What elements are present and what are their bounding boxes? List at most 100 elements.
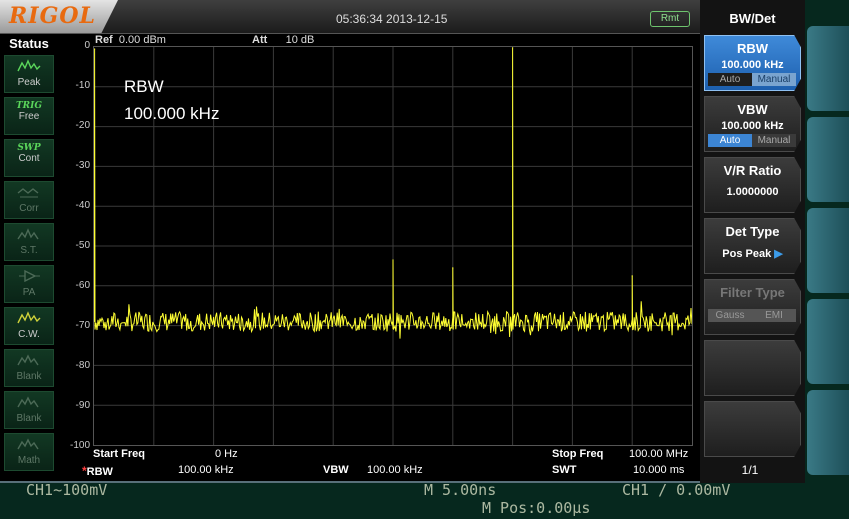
blank-icon [5,392,53,413]
status-label: Cont [18,153,40,164]
vbw-mode-toggle[interactable]: Auto Manual [708,134,796,147]
start-freq-text: Start Freq [93,448,145,460]
background-scope-status: CH1~100mV M 5.00ns CH1 / 0.00mV M Pos:0.… [0,481,849,519]
rbw-softkey[interactable]: RBW 100.000 kHz Auto Manual [704,35,801,91]
rbw-label: RBW [86,466,113,478]
scope-trigger: CH1 / 0.00mV [622,481,731,499]
rbw-value: 100.00 kHz [178,464,234,476]
scope-side-tab[interactable] [807,26,849,111]
empty-softkey-1[interactable] [704,340,801,396]
scope-side-tab[interactable] [807,299,849,384]
status-swp[interactable]: SWP Cont [4,139,54,177]
status-trig[interactable]: TRIG Free [4,97,54,135]
vbw-value: 100.00 kHz [367,464,423,476]
status-cw[interactable]: C.W. [4,307,54,345]
attenuation[interactable]: Att 10 dB [252,34,314,46]
ref-value: 0.00 dBm [118,34,166,46]
det-type-softkey[interactable]: Det Type Pos Peak ▶ [704,218,801,274]
math-icon [5,434,53,455]
softkey-menu: BW/Det RBW 100.000 kHz Auto Manual VBW 1… [700,0,805,483]
status-math[interactable]: Math [4,433,54,471]
softkey-value: 100.000 kHz [721,59,784,71]
spectrum-peak-point [93,48,96,50]
softkey-title: Det Type [725,224,780,239]
status-corr[interactable]: Corr [4,181,54,219]
status-label: C.W. [18,329,40,340]
toggle-emi[interactable]: EMI [752,309,796,322]
scope-timebase: M 5.00ns [424,481,497,499]
spectrum-peak-point [392,259,394,261]
pa-icon [5,266,53,287]
status-pa[interactable]: PA [4,265,54,303]
det-type-value: Pos Peak ▶ [705,239,800,260]
y-tick-label: -50 [75,240,90,251]
softkey-value: 1.0000000 [726,186,779,198]
swt-label[interactable]: SWT [552,464,576,476]
start-freq-label[interactable]: Start Freq [93,448,145,460]
stop-freq-label[interactable]: Stop Freq [552,448,603,460]
rbw-readout[interactable]: *RBW [82,464,113,478]
st-icon [5,224,53,245]
filter-type-softkey[interactable]: Filter Type Gauss EMI [704,279,801,335]
softkey-value: Pos Peak [722,248,772,260]
submenu-arrow-icon: ▶ [774,248,783,260]
y-tick-label: -30 [75,160,90,171]
scope-ch1-scale: CH1~100mV [26,481,108,499]
status-label: Blank [16,371,42,382]
swt-label-text: SWT [552,464,577,476]
vr-ratio-softkey[interactable]: V/R Ratio 1.0000000 [704,157,801,213]
brand-text: RIGOL [9,3,96,29]
vbw-softkey[interactable]: VBW 100.000 kHz Auto Manual [704,96,801,152]
blank-icon [5,350,53,371]
swt-value: 10.000 ms [633,464,685,476]
toggle-auto[interactable]: Auto [708,73,752,86]
toggle-manual[interactable]: Manual [752,134,796,147]
menu-page-indicator: 1/1 [741,463,759,477]
softkey-value: 100.000 kHz [721,120,784,132]
vbw-label-text: VBW [323,464,349,476]
scope-side-tab[interactable] [807,117,849,202]
status-title: Status [9,36,49,51]
y-tick-label: 0 [84,40,90,51]
remote-indicator: Rmt [650,11,690,27]
y-tick-label: -100 [69,440,90,451]
softkey-title: V/R Ratio [723,163,782,178]
menu-title: BW/Det [729,11,776,26]
datetime: 05:36:34 2013-12-15 [336,12,448,26]
vbw-label[interactable]: VBW [323,464,349,476]
scope-mpos: M Pos:0.00μs [482,499,591,517]
status-label: PA [22,287,36,298]
status-blank-2[interactable]: Blank [4,391,54,429]
status-st[interactable]: S.T. [4,223,54,261]
status-label: Blank [16,413,42,424]
rbw-mode-toggle[interactable]: Auto Manual [708,73,796,86]
status-label: Free [18,111,40,122]
toggle-gauss[interactable]: Gauss [708,309,752,322]
status-tag: TRIG [15,101,43,111]
y-tick-label: -10 [75,80,90,91]
empty-softkey-2[interactable] [704,401,801,457]
y-tick-label: -20 [75,120,90,131]
status-peak[interactable]: Peak [4,55,54,93]
status-blank-1[interactable]: Blank [4,349,54,387]
stop-freq-text: Stop Freq [552,448,604,460]
spectrum-peak-point [512,47,514,49]
spectrum-peak-point [631,275,633,277]
att-value: 10 dB [285,34,315,46]
filter-type-toggle[interactable]: Gauss EMI [708,309,796,322]
scope-side-tab[interactable] [807,390,849,475]
softkey-title: VBW [737,102,768,117]
toggle-manual[interactable]: Manual [752,73,796,86]
status-label: Math [17,455,41,466]
y-tick-label: -70 [75,320,90,331]
scope-side-tab[interactable] [807,208,849,293]
ref-level[interactable]: Ref 0.00 dBm [95,34,166,46]
peak-icon [5,56,53,77]
analyzer-screen: RIGOL 05:36:34 2013-12-15 Rmt Status Pea… [0,0,805,483]
cw-icon [5,308,53,329]
y-tick-label: -80 [75,360,90,371]
softkey-title: Filter Type [720,285,785,300]
toggle-auto[interactable]: Auto [708,134,752,147]
stop-freq-value: 100.00 MHz [629,448,689,460]
overlay-param-name: RBW [124,77,164,96]
